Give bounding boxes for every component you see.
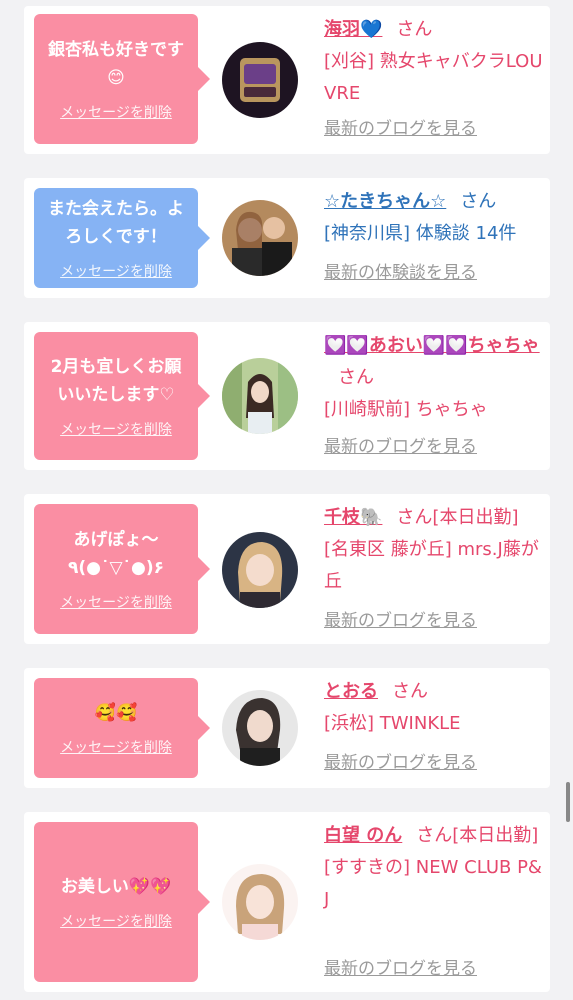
shop-label: [川崎駅前] ちゃちゃ (324, 399, 488, 420)
name-line: 千枝🐘 さん[本日出勤] (324, 502, 544, 534)
name-suffix: さん[本日出勤] (396, 507, 519, 528)
name-line: 💟💟あおい💟💟ちゃちゃさん (324, 330, 544, 394)
message-text: あげぽょ〜 ٩(●˙▽˙●)۶ (67, 530, 165, 578)
avatar-image (222, 690, 298, 766)
name-line: ☆たきちゃん☆ さん (324, 186, 544, 218)
sender-info: 千枝🐘 さん[本日出勤] [名東区 藤が丘] mrs.J藤が丘 (324, 502, 544, 598)
latest-blog-link[interactable]: 最新のブログを見る (324, 606, 477, 631)
name-suffix: さん (460, 191, 497, 212)
avatar-image (222, 532, 298, 608)
message-card: あげぽょ〜 ٩(●˙▽˙●)۶ メッセージを削除 千枝🐘 さん[本日出勤] [名東… (24, 494, 550, 644)
sender-name-link[interactable]: 白望 のん (324, 825, 402, 846)
avatar-image (222, 200, 298, 276)
shop-label: [神奈川県] 体験談 14件 (324, 223, 517, 244)
message-bubble: 銀杏私も好きです😊 メッセージを削除 (34, 14, 210, 144)
message-list: 銀杏私も好きです😊 メッセージを削除 海羽💙 さん [刈谷] 熟女キャバクラLOU… (0, 0, 573, 1000)
message-text: また会えたら。よろしくです！ (48, 199, 184, 247)
latest-blog-link[interactable]: 最新のブログを見る (324, 432, 477, 457)
delete-message-button[interactable]: メッセージを削除 (60, 261, 172, 281)
sender-info: 白望 のん さん[本日出勤] [すすきの] NEW CLUB P&J (324, 820, 544, 916)
shop-label: [刈谷] 熟女キャバクラLOUVRE (324, 51, 543, 104)
latest-blog-link[interactable]: 最新のブログを見る (324, 748, 477, 773)
sender-info: 💟💟あおい💟💟ちゃちゃさん [川崎駅前] ちゃちゃ (324, 330, 544, 426)
avatar[interactable] (222, 358, 298, 434)
message-card: 🥰🥰 メッセージを削除 とおる さん [浜松] TWINKLE 最新のブログを見る (24, 668, 550, 788)
sender-name-link[interactable]: 海羽💙 (324, 19, 382, 40)
message-text: 2月も宜しくお願いいたします♡ (50, 357, 182, 405)
sender-name-link[interactable]: ☆たきちゃん☆ (324, 191, 446, 212)
message-card: 2月も宜しくお願いいたします♡ メッセージを削除 💟💟あおい💟💟ちゃちゃさん [… (24, 322, 550, 470)
sender-info: とおる さん [浜松] TWINKLE (324, 676, 544, 740)
name-line: 海羽💙 さん (324, 14, 544, 46)
shop-label: [名東区 藤が丘] mrs.J藤が丘 (324, 539, 539, 592)
sender-name-link[interactable]: 千枝🐘 (324, 507, 382, 528)
avatar[interactable] (222, 532, 298, 608)
sender-name-link[interactable]: 💟💟あおい💟💟ちゃちゃ (324, 335, 540, 356)
shop-label: [浜松] TWINKLE (324, 713, 461, 734)
avatar[interactable] (222, 42, 298, 118)
avatar-image (222, 42, 298, 118)
delete-message-button[interactable]: メッセージを削除 (60, 102, 172, 122)
message-bubble: お美しい💖💖 メッセージを削除 (34, 822, 210, 982)
message-text: 銀杏私も好きです😊 (48, 40, 184, 88)
avatar-image (222, 358, 298, 434)
name-line: とおる さん (324, 676, 544, 708)
delete-message-button[interactable]: メッセージを削除 (60, 911, 172, 931)
latest-blog-link[interactable]: 最新のブログを見る (324, 954, 477, 979)
message-bubble: また会えたら。よろしくです！ メッセージを削除 (34, 188, 210, 288)
name-suffix: さん (392, 681, 428, 702)
delete-message-button[interactable]: メッセージを削除 (60, 737, 172, 757)
message-text: お美しい💖💖 (60, 877, 172, 897)
scrollbar[interactable] (566, 782, 570, 822)
avatar[interactable] (222, 864, 298, 940)
avatar[interactable] (222, 200, 298, 276)
name-suffix: さん (396, 19, 433, 40)
message-bubble: 🥰🥰 メッセージを削除 (34, 678, 210, 778)
name-line: 白望 のん さん[本日出勤] (324, 820, 544, 852)
message-bubble: あげぽょ〜 ٩(●˙▽˙●)۶ メッセージを削除 (34, 504, 210, 634)
avatar-image (222, 864, 298, 940)
latest-blog-link[interactable]: 最新のブログを見る (324, 114, 477, 139)
delete-message-button[interactable]: メッセージを削除 (60, 592, 172, 612)
shop-label: [すすきの] NEW CLUB P&J (324, 857, 542, 910)
message-card: 銀杏私も好きです😊 メッセージを削除 海羽💙 さん [刈谷] 熟女キャバクラLOU… (24, 6, 550, 154)
message-bubble: 2月も宜しくお願いいたします♡ メッセージを削除 (34, 332, 210, 460)
avatar[interactable] (222, 690, 298, 766)
sender-name-link[interactable]: とおる (324, 681, 378, 702)
sender-info: ☆たきちゃん☆ さん [神奈川県] 体験談 14件 (324, 186, 544, 250)
delete-message-button[interactable]: メッセージを削除 (60, 419, 172, 439)
latest-reviews-link[interactable]: 最新の体験談を見る (324, 258, 477, 283)
name-suffix: さん[本日出勤] (416, 825, 539, 846)
sender-info: 海羽💙 さん [刈谷] 熟女キャバクラLOUVRE (324, 14, 544, 110)
message-card: また会えたら。よろしくです！ メッセージを削除 ☆たきちゃん☆ さん [神奈川県]… (24, 178, 550, 298)
message-text: 🥰🥰 (94, 703, 138, 723)
name-suffix: さん (338, 367, 374, 388)
message-card: お美しい💖💖 メッセージを削除 白望 のん さん[本日出勤] [すすきの] NEW… (24, 812, 550, 992)
